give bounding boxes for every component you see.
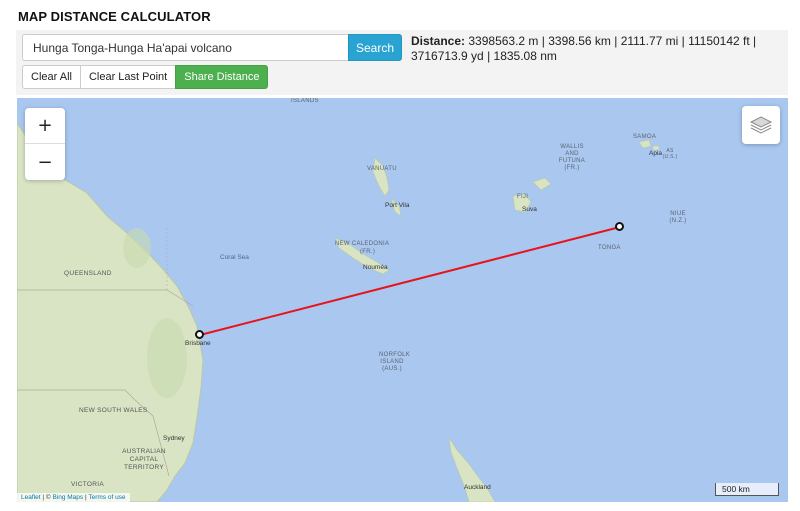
- leaflet-link[interactable]: Leaflet: [21, 494, 41, 501]
- distance-label: Distance:: [411, 34, 466, 48]
- bing-maps-link[interactable]: Bing Maps: [52, 494, 83, 501]
- zoom-control: + −: [25, 108, 65, 180]
- map-label-act: AUSTRALIAN CAPITAL TERRITORY: [122, 448, 166, 471]
- map-label-islands: ISLANDS: [291, 98, 319, 104]
- map-label-samoa: SAMOA: [633, 134, 657, 140]
- map-label-queensland: QUEENSLAND: [64, 270, 112, 277]
- map-label-new-caledonia-fr: (FR.): [360, 249, 376, 255]
- map-label-new-south-wales: NEW SOUTH WALES: [79, 407, 148, 414]
- attribution-separator: | ©: [40, 494, 53, 501]
- map-label-brisbane: Brisbane: [185, 340, 211, 347]
- map-canvas[interactable]: ISLANDS VANUATU Port Vila NEW CALEDONIA …: [17, 98, 788, 502]
- distance-readout: Distance: 3398563.2 m | 3398.56 km | 211…: [411, 34, 786, 64]
- map-label-sydney: Sydney: [163, 435, 185, 442]
- map-label-wallis: WALLIS AND FUTUNA (FR.): [558, 144, 586, 171]
- layers-button[interactable]: [742, 106, 780, 144]
- map-label-tonga: TONGA: [598, 245, 621, 251]
- search-input[interactable]: [22, 34, 348, 61]
- map-label-niue: NIUE (N.Z.): [669, 211, 687, 224]
- route-point-marker[interactable]: [195, 330, 204, 339]
- layers-icon: [749, 116, 773, 134]
- map-label-norfolk: NORFOLK ISLAND (AUS.): [379, 352, 411, 372]
- clear-all-button[interactable]: Clear All: [22, 65, 81, 89]
- map-label-victoria: VICTORIA: [71, 481, 104, 488]
- share-distance-button[interactable]: Share Distance: [175, 65, 269, 89]
- clear-last-point-button[interactable]: Clear Last Point: [79, 65, 177, 89]
- map-label-fiji: FIJI: [517, 194, 529, 200]
- map-attribution: Leaflet | © Bing Maps | Terms of use: [17, 493, 130, 502]
- zoom-in-button[interactable]: +: [25, 108, 65, 144]
- map-label-port-vila: Port Vila: [385, 202, 410, 209]
- route-point-marker[interactable]: [615, 222, 624, 231]
- map-label-suva: Suva: [522, 206, 537, 213]
- map-label-noumea: Nouméa: [363, 264, 388, 271]
- action-buttons: Clear All Clear Last Point Share Distanc…: [22, 65, 269, 89]
- map-label-coral-sea: Coral Sea: [220, 254, 249, 261]
- map-label-american-samoa: AS (U.S.): [662, 148, 678, 160]
- map-label-new-caledonia: NEW CALEDONIA: [335, 241, 390, 247]
- scale-bar: 500 km: [715, 483, 779, 496]
- terms-of-use-link[interactable]: Terms of use: [88, 494, 125, 501]
- zoom-out-button[interactable]: −: [25, 144, 65, 180]
- map-label-auckland: Auckland: [464, 484, 491, 491]
- page-title: MAP DISTANCE CALCULATOR: [18, 9, 211, 24]
- map-label-vanuatu: VANUATU: [367, 166, 397, 172]
- map-label-apia: Apia: [649, 150, 663, 157]
- search-button[interactable]: Search: [348, 34, 402, 61]
